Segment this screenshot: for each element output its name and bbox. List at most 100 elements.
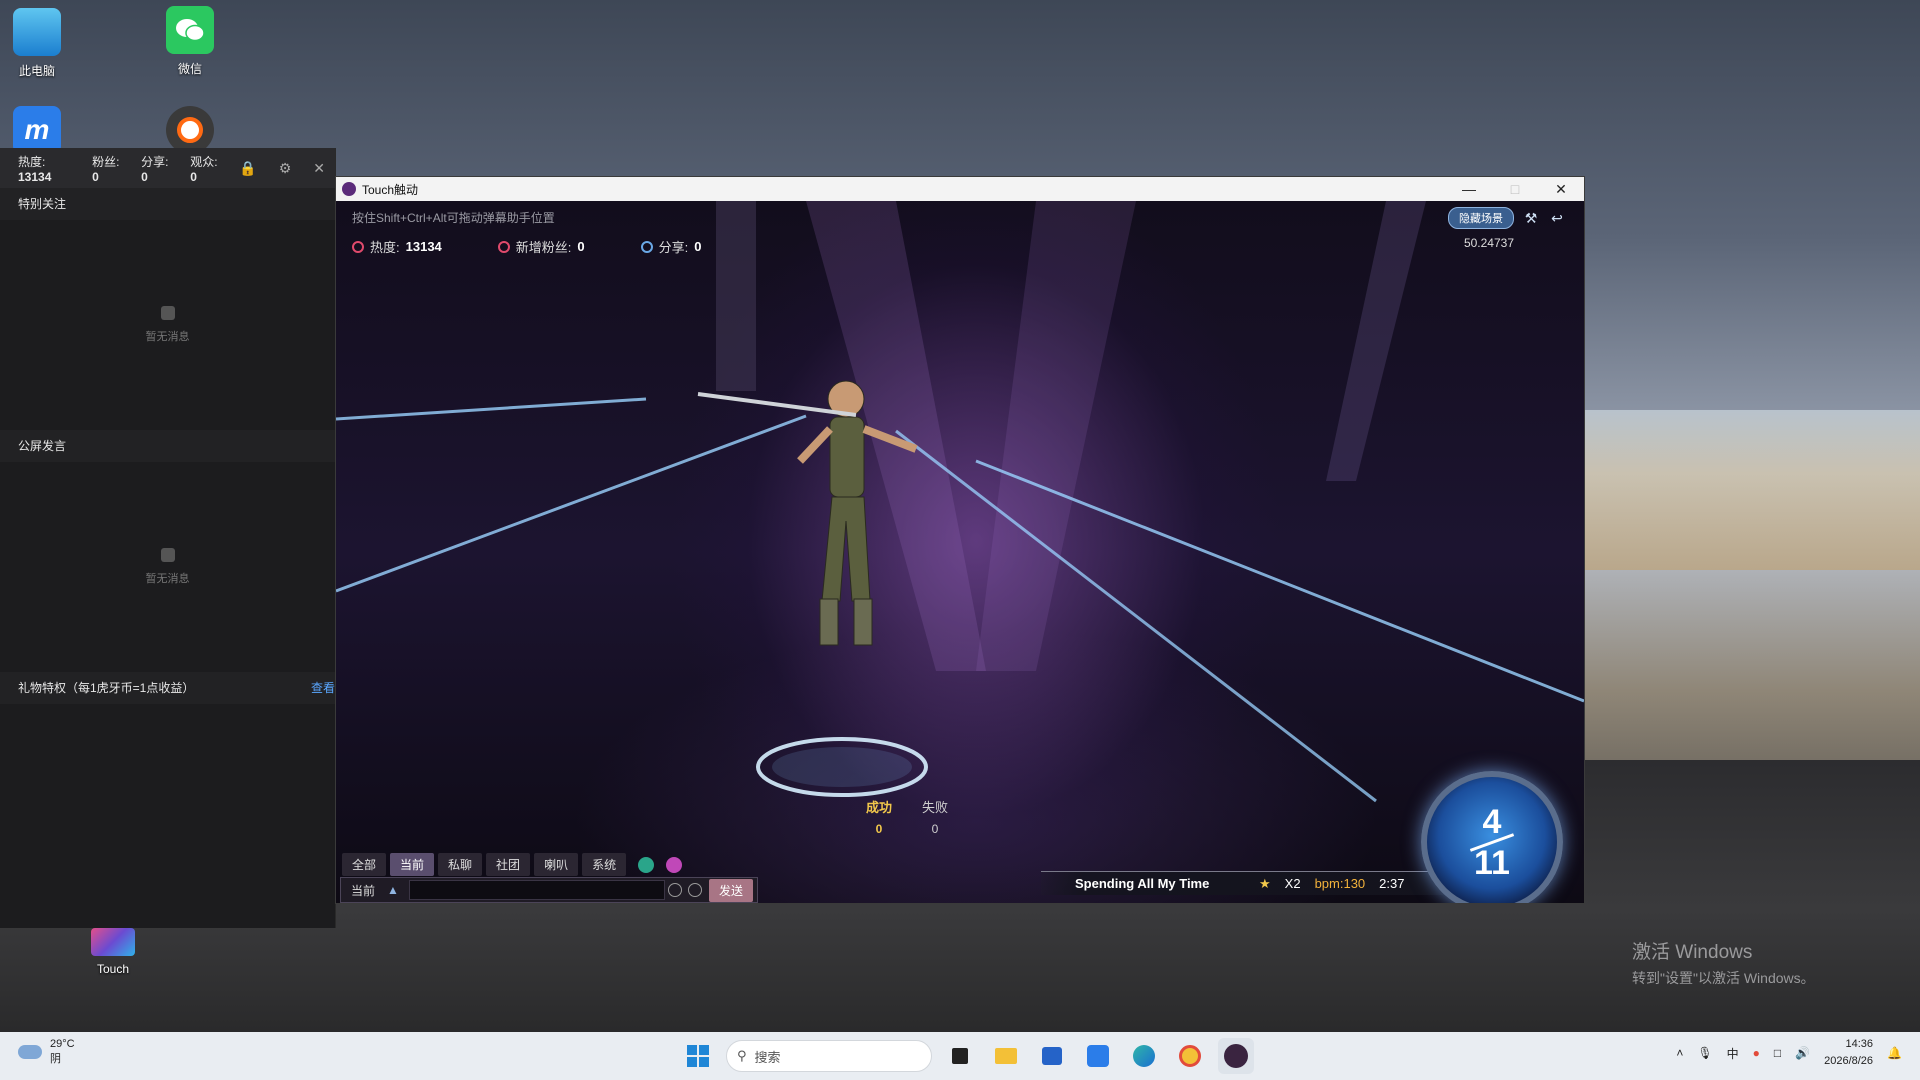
flame-icon [352, 240, 364, 253]
gift-rights-label: 礼物特权（每1虎牙币=1点收益） [18, 681, 195, 695]
ime-icon[interactable]: 中 [1727, 1045, 1739, 1062]
tab-current[interactable]: 当前 [390, 853, 435, 876]
desktop-icon-touch[interactable]: Touch [70, 928, 156, 976]
song-title: Spending All My Time [1075, 876, 1210, 891]
network-icon[interactable]: □ [1774, 1046, 1781, 1060]
app-logo-icon [342, 182, 356, 196]
message-icon [160, 306, 175, 320]
special-follow-heading: 特别关注 [0, 188, 335, 220]
desktop-icon-label: Touch [96, 962, 130, 976]
chrome-like-icon[interactable] [1172, 1038, 1208, 1074]
clock[interactable]: 14:36 2026/8/26 [1824, 1036, 1873, 1070]
close-icon[interactable]: ✕ [313, 160, 325, 177]
tab-club[interactable]: 社团 [486, 853, 531, 876]
beat-counter-dial: 4 11 [1421, 771, 1563, 903]
tab-horn[interactable]: 喇叭 [534, 853, 579, 876]
lock-icon[interactable]: 🔒 [239, 160, 256, 177]
stream-assistant-panel: 热度: 13134 粉丝: 0 分享: 0 观众: 0 🔒 ⚙ ✕ 特别关注 暂… [0, 148, 336, 928]
view-more-link[interactable]: 查看 [311, 672, 335, 704]
score-multiplier: X2 [1284, 876, 1301, 891]
volume-icon[interactable]: 🔊 [1795, 1046, 1810, 1060]
chat-channel-select[interactable]: 当前 ▲ [341, 882, 409, 899]
public-chat-empty: 暂无消息 [0, 462, 335, 672]
chevron-up-icon[interactable]: ˄ [1676, 1046, 1683, 1060]
microphone-icon[interactable]: 🎙 [1697, 1046, 1712, 1060]
taskbar-apps: ⚲ 搜索 [680, 1038, 1254, 1074]
wrench-icon[interactable]: ⚒ [1522, 209, 1540, 227]
start-button[interactable] [680, 1038, 716, 1074]
clock-time: 14:36 [1845, 1038, 1874, 1050]
special-follow-empty: 暂无消息 [0, 220, 335, 430]
emoji-icon[interactable] [667, 883, 682, 897]
fail-count: 0 [931, 822, 939, 836]
stage-lighting [336, 201, 1584, 803]
taskbar-search[interactable]: ⚲ 搜索 [726, 1040, 932, 1072]
chat-mode-icon[interactable] [666, 856, 683, 873]
wechat-icon [166, 6, 214, 54]
desktop-icon-this-pc[interactable]: 此电脑 [0, 8, 80, 79]
timer-value: 50.24737 [1463, 236, 1514, 250]
chat-text-input[interactable] [408, 880, 665, 900]
send-button[interactable]: 发送 [708, 878, 753, 902]
sticker-icon[interactable] [687, 883, 702, 897]
public-chat-heading: 公屏发言 [0, 430, 335, 462]
window-close-button[interactable]: ✕ [1538, 177, 1584, 201]
chat-channel-label: 当前 [351, 883, 376, 898]
system-tray: ˄ 🎙 中 ● □ 🔊 14:36 2026/8/26 🔔 [1676, 1036, 1902, 1070]
empty-message-text: 暂无消息 [145, 331, 190, 343]
maximize-button[interactable]: □ [1492, 177, 1538, 201]
success-count: 0 [875, 822, 883, 836]
notification-icon[interactable]: 🔔 [1887, 1046, 1902, 1060]
task-view-icon[interactable] [942, 1038, 978, 1074]
m-app-icon[interactable] [1080, 1038, 1116, 1074]
m-logo-icon: m [13, 106, 61, 154]
share-value: 0 [694, 239, 702, 254]
edge-browser-icon[interactable] [1126, 1038, 1162, 1074]
tab-system[interactable]: 系统 [582, 853, 627, 876]
windows-logo-icon [687, 1045, 709, 1067]
weather-temp: 29°C [50, 1038, 75, 1050]
success-label: 成功 [866, 800, 893, 815]
chat-tabs: 全部 当前 私聊 社团 喇叭 系统 [342, 853, 683, 876]
judge-panel: 成功 0 失败 0 [866, 797, 948, 836]
tab-private[interactable]: 私聊 [438, 853, 483, 876]
beat-counter-bottom: 11 [1474, 843, 1510, 882]
assistant-stats-bar: 热度: 13134 粉丝: 0 分享: 0 观众: 0 🔒 ⚙ ✕ [0, 148, 335, 188]
share-value: 0 [141, 169, 148, 184]
star-icon: ★ [1259, 875, 1271, 891]
fail-label: 失败 [922, 800, 949, 815]
drag-hint-text: 按住Shift+Ctrl+Alt可拖动弹幕助手位置 [352, 211, 555, 225]
fans-value: 0 [92, 169, 99, 184]
song-bpm: bpm:130 [1314, 876, 1366, 891]
minimize-button[interactable]: — [1446, 177, 1492, 201]
share-label: 分享: [141, 154, 169, 169]
chat-input-bar: 当前 ▲ 发送 [340, 877, 758, 903]
back-icon[interactable]: ↩ [1548, 209, 1566, 227]
gift-rights-heading: 礼物特权（每1虎牙币=1点收益） 查看 [0, 672, 335, 704]
antivirus-icon[interactable]: ● [1753, 1046, 1760, 1060]
desktop-icon-wechat[interactable]: 微信 [147, 6, 233, 77]
watermark-line2: 转到"设置"以激活 Windows。 [1632, 970, 1815, 986]
desktop-icon-recorder[interactable] [147, 106, 233, 154]
monitor-icon [13, 8, 61, 56]
heat-label: 热度: [370, 240, 400, 255]
empty-message-text: 暂无消息 [145, 573, 190, 585]
game-window-titlebar[interactable]: Touch触动 — □ ✕ [336, 177, 1584, 201]
desktop-icon-app-m[interactable]: m [0, 106, 80, 154]
gear-icon[interactable]: ⚙ [279, 160, 292, 177]
share-label: 分享: [658, 240, 689, 255]
share-icon [640, 240, 653, 253]
chat-toggle-icon[interactable] [638, 856, 655, 873]
game-window: Touch触动 — □ ✕ 按住Shift+Ctrl+Alt可拖动弹幕助手位置 … [335, 176, 1585, 904]
song-time: 2:37 [1379, 876, 1405, 891]
search-icon: ⚲ [737, 1048, 747, 1063]
game-stage: 按住Shift+Ctrl+Alt可拖动弹幕助手位置 热度: 13134 新增粉丝… [336, 201, 1584, 903]
heat-value: 13134 [18, 169, 52, 184]
tab-all[interactable]: 全部 [342, 853, 387, 876]
store-icon[interactable] [1034, 1038, 1070, 1074]
weather-widget[interactable]: 29°C 阴 [18, 1038, 75, 1066]
hide-scene-button[interactable]: 隐藏场景 [1448, 207, 1514, 229]
desktop-icon-label: 此电脑 [18, 64, 55, 78]
file-explorer-icon[interactable] [988, 1038, 1024, 1074]
touch-app-taskbar-icon[interactable] [1218, 1038, 1254, 1074]
